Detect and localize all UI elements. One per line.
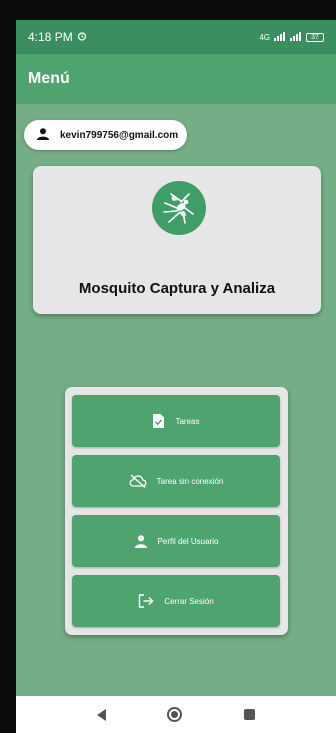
tareas-button[interactable]: Tareas — [72, 395, 280, 447]
status-bar: 4:18 PM 4G 37 — [16, 20, 336, 54]
app-bar: Menú — [16, 54, 336, 104]
menu-panel: Tareas Tarea sin conexión Perfil del Usu… — [65, 387, 288, 635]
brand-card: Mosquito Captura y Analiza — [33, 166, 321, 314]
status-left: 4:18 PM — [28, 30, 87, 44]
logout-icon — [138, 594, 154, 608]
user-profile-label: Perfil del Usuario — [157, 536, 219, 546]
offline-task-button[interactable]: Tarea sin conexión — [72, 455, 280, 507]
offline-task-label: Tarea sin conexión — [156, 476, 224, 486]
network-type: 4G — [259, 32, 270, 42]
recent-apps-icon[interactable] — [244, 709, 256, 720]
user-email: kevin799756@gmail.com — [60, 129, 179, 141]
user-profile-button[interactable]: Perfil del Usuario — [72, 515, 280, 567]
device-frame: 4:18 PM 4G 37 Menú kevin799756@gmail.com… — [0, 0, 336, 733]
screen: 4:18 PM 4G 37 Menú kevin799756@gmail.com… — [16, 20, 336, 733]
cloud-off-icon — [129, 474, 147, 488]
page-title: Menú — [28, 70, 70, 87]
person-icon — [36, 127, 50, 143]
alarm-icon — [77, 30, 87, 44]
menu-content: kevin799756@gmail.com Mosquito Captura y… — [16, 104, 336, 696]
status-right: 4G 37 — [259, 31, 324, 43]
home-icon[interactable] — [167, 707, 183, 722]
status-time: 4:18 PM — [28, 30, 73, 44]
signal-icon-2 — [290, 31, 302, 43]
system-nav-bar — [16, 696, 336, 733]
person-icon — [134, 534, 148, 548]
app-title: Mosquito Captura y Analiza — [78, 280, 276, 297]
logout-button[interactable]: Cerrar Sesión — [72, 575, 280, 627]
tareas-label: Tareas — [175, 416, 200, 426]
mosquito-icon — [152, 181, 206, 235]
logout-label: Cerrar Sesión — [164, 596, 214, 606]
user-chip: kevin799756@gmail.com — [24, 120, 187, 150]
signal-icon — [274, 31, 286, 43]
battery-icon: 37 — [306, 32, 324, 42]
task-document-icon — [152, 413, 165, 429]
back-icon[interactable] — [96, 708, 106, 721]
